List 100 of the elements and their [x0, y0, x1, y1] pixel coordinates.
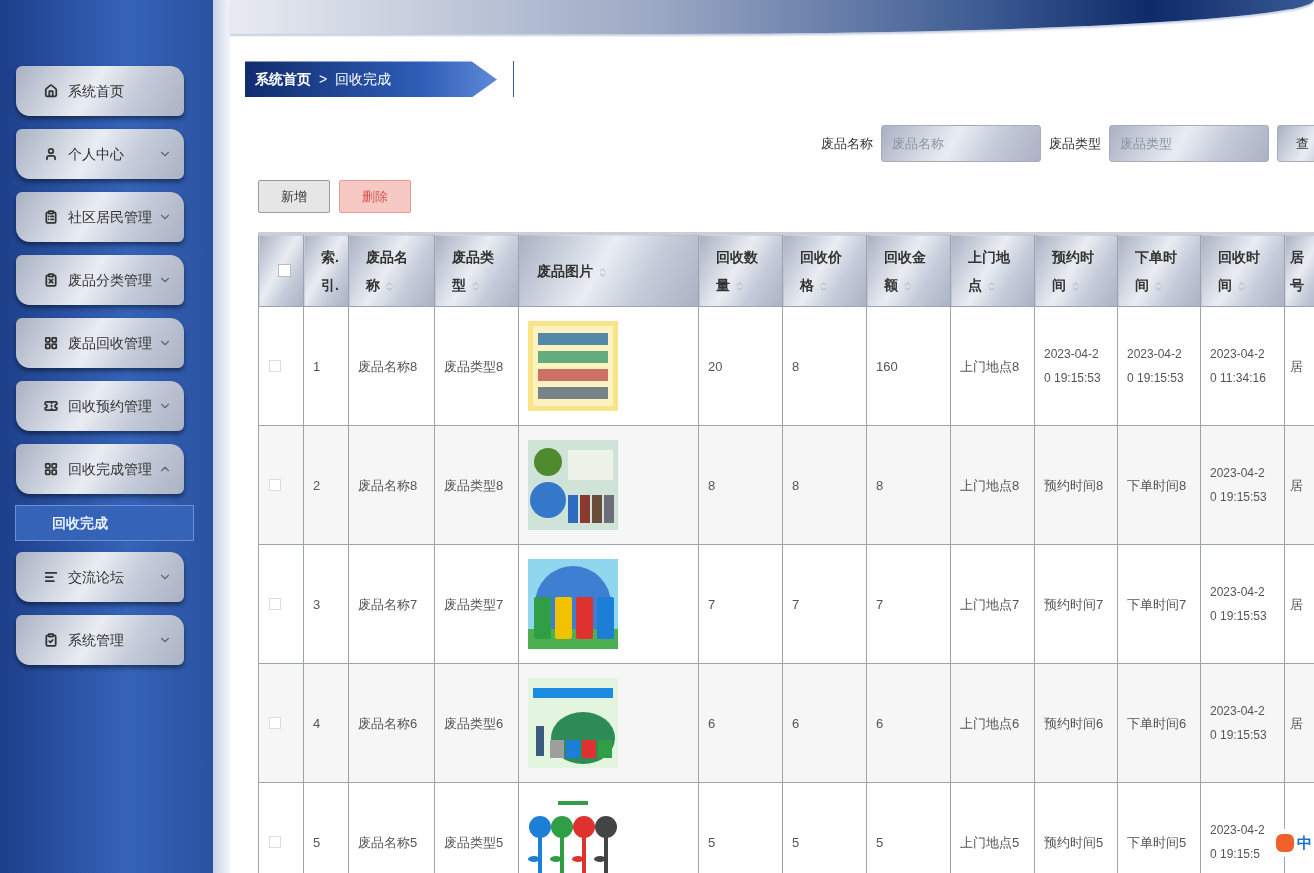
sort-icon[interactable] — [1153, 280, 1164, 292]
ime-logo-icon — [1276, 834, 1294, 852]
grid-icon — [44, 462, 58, 476]
row-checkbox[interactable] — [269, 717, 281, 730]
sidebar-menu-item[interactable]: 个人中心 — [16, 129, 184, 179]
column-header[interactable]: 废品名称 — [348, 233, 435, 307]
checkbox[interactable] — [278, 264, 291, 278]
table-cell-text: 1 — [313, 357, 322, 376]
table-cell-text: 上门地点6 — [960, 714, 1021, 733]
ime-mode-label: 中 — [1297, 832, 1312, 853]
table-cell-text: 废品名称6 — [358, 714, 419, 733]
column-header[interactable]: 下单时间 — [1117, 233, 1201, 307]
table-cell-text: 2023-04-20 19:15:53 — [1210, 703, 1268, 745]
table-cell-text: 4 — [313, 714, 322, 733]
sort-icon[interactable] — [818, 280, 829, 292]
table-cell-text: 预约时间7 — [1044, 595, 1105, 614]
table-cell-text: 160 — [876, 357, 899, 376]
table-cell-text: 6 — [792, 714, 801, 733]
submenu-item[interactable]: 回收完成 — [15, 505, 194, 541]
table-cell-text: 5 — [313, 833, 322, 852]
row-checkbox[interactable] — [269, 836, 281, 849]
table-cell-text: 2023-04-20 19:15:5 — [1210, 822, 1266, 864]
breadcrumb-link[interactable]: 系统首页 — [255, 68, 311, 90]
table-cell-text: 废品类型8 — [444, 357, 505, 376]
table-cell-text: 下单时间6 — [1127, 714, 1188, 733]
table-cell-text: 废品名称5 — [358, 833, 419, 852]
column-header[interactable]: 回收时间 — [1200, 233, 1285, 307]
ticket-icon — [44, 399, 58, 413]
sidebar-menu-item[interactable]: 交流论坛 — [16, 552, 184, 602]
search-button[interactable]: 查 — [1277, 125, 1314, 163]
sort-icon[interactable] — [597, 266, 608, 278]
column-header[interactable] — [258, 233, 304, 307]
table-cell-text: 废品类型7 — [444, 595, 505, 614]
row-checkbox[interactable] — [269, 360, 281, 373]
table-cell-text: 废品类型5 — [444, 833, 505, 852]
table-cell-text: 下单时间8 — [1127, 476, 1188, 495]
sidebar-menu-item[interactable]: 系统管理 — [16, 615, 184, 665]
table-cell-text: 2023-04-20 19:15:53 — [1127, 346, 1185, 388]
sort-icon[interactable] — [1070, 280, 1081, 292]
sidebar-menu-item[interactable]: 系统首页 — [16, 66, 184, 116]
table-cell-text: 居 — [1290, 357, 1304, 376]
table-cell-text: 5 — [708, 833, 717, 852]
add-button[interactable]: 新增 — [258, 180, 330, 214]
ime-indicator[interactable]: 中 — [1274, 829, 1314, 857]
home-icon — [44, 84, 58, 98]
sort-icon[interactable] — [384, 280, 395, 292]
table-cell-text: 预约时间5 — [1044, 833, 1105, 852]
table-cell-text: 预约时间8 — [1044, 476, 1105, 495]
table-cell-text: 8 — [792, 357, 801, 376]
column-header[interactable]: 回收金额 — [866, 233, 951, 307]
column-header[interactable]: 居号 — [1284, 233, 1314, 307]
sort-icon[interactable] — [902, 280, 913, 292]
clipboard-x-icon — [44, 273, 58, 287]
column-header[interactable]: 废品类型 — [434, 233, 519, 307]
table-cell-text: 8 — [792, 476, 801, 495]
sidebar-menu-item[interactable]: 废品分类管理 — [16, 255, 184, 305]
table-cell-text: 废品名称8 — [358, 357, 419, 376]
table-cell-text: 预约时间6 — [1044, 714, 1105, 733]
sidebar-menu-item[interactable]: 回收预约管理 — [16, 381, 184, 431]
sort-icon[interactable] — [986, 280, 997, 292]
column-header[interactable]: 预约时间 — [1034, 233, 1118, 307]
sort-icon[interactable] — [734, 280, 745, 292]
clipboard-check-icon — [44, 633, 58, 647]
table-cell-text: 废品名称8 — [358, 476, 419, 495]
table-cell-text: 20 — [708, 357, 724, 376]
sort-icon[interactable] — [470, 280, 481, 292]
sort-icon[interactable] — [1236, 280, 1247, 292]
table-cell-text: 7 — [792, 595, 801, 614]
breadcrumb-current: 回收完成 — [335, 69, 392, 89]
row-checkbox[interactable] — [269, 598, 281, 611]
table-cell-text: 8 — [876, 476, 885, 495]
field-label: 废品类型 — [1049, 135, 1101, 154]
column-header[interactable]: 回收价格 — [782, 233, 867, 307]
column-header[interactable]: 上门地点 — [950, 233, 1035, 307]
table-cell-text: 上门地点8 — [960, 357, 1021, 376]
table-cell-text: 8 — [708, 476, 717, 495]
table-cell-text: 废品类型8 — [444, 476, 505, 495]
column-header[interactable]: 废品图片 — [518, 233, 699, 307]
breadcrumb-separator: > — [319, 69, 328, 89]
table-cell-text: 上门地点5 — [960, 833, 1021, 852]
sidebar-menu-item[interactable]: 回收完成管理 — [16, 444, 184, 494]
table-cell-text: 下单时间5 — [1127, 833, 1188, 852]
column-header[interactable]: 回收数量 — [698, 233, 783, 307]
table-cell-text: 上门地点8 — [960, 476, 1021, 495]
table-cell-text: 2023-04-20 19:15:53 — [1210, 465, 1268, 507]
table-cell-text: 3 — [313, 595, 322, 614]
table-cell-text: 废品名称7 — [358, 595, 419, 614]
sidebar-menu-item[interactable]: 废品回收管理 — [16, 318, 184, 368]
row-checkbox[interactable] — [269, 479, 281, 492]
list-icon — [44, 570, 58, 584]
table-cell-text: 2023-04-20 19:15:53 — [1044, 346, 1102, 388]
table-cell-text: 2023-04-20 19:15:53 — [1210, 584, 1268, 626]
field-label: 废品名称 — [821, 135, 873, 154]
user-icon — [44, 147, 58, 161]
sidebar-menu-item[interactable]: 社区居民管理 — [16, 192, 184, 242]
table-cell-text: 居 — [1290, 714, 1304, 733]
table-cell-text: 居 — [1290, 595, 1304, 614]
table-cell-text: 2 — [313, 476, 322, 495]
table-cell-text: 7 — [708, 595, 717, 614]
column-header[interactable]: 索.引. — [303, 233, 349, 307]
